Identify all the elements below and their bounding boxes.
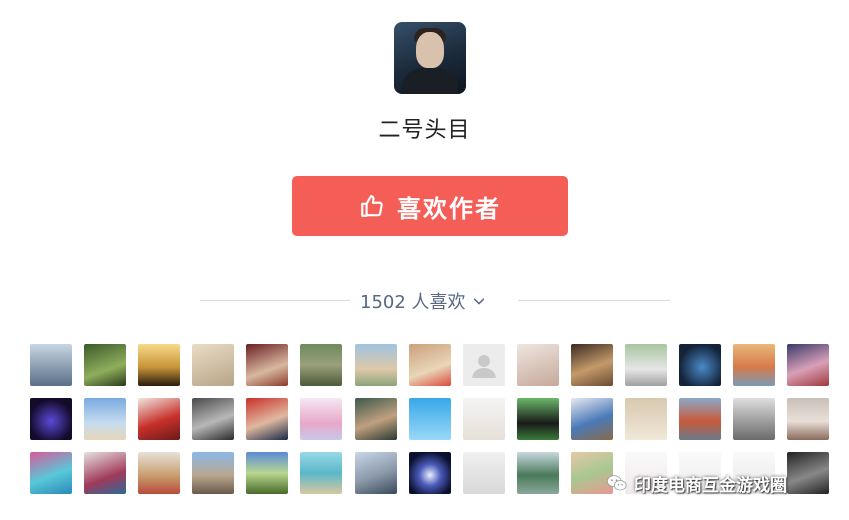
liker-avatar[interactable] [570,344,613,386]
liker-avatar[interactable] [30,398,72,440]
liker-avatar[interactable] [300,398,343,440]
liker-avatar[interactable] [354,398,397,440]
liker-avatar[interactable] [84,398,127,440]
divider-line-left [200,300,350,301]
chevron-down-icon [473,298,484,305]
liker-avatar[interactable] [84,344,127,386]
liker-avatar[interactable] [192,398,235,440]
liker-avatar[interactable] [408,452,451,494]
liker-avatar[interactable] [354,344,397,386]
liker-avatar[interactable] [787,344,830,386]
liker-avatar[interactable] [138,452,181,494]
watermark-text: 印度电商互金游戏圈 [634,475,787,496]
liker-avatar[interactable] [787,398,830,440]
liker-avatar[interactable] [679,398,722,440]
liker-avatar[interactable] [246,452,289,494]
default-avatar-icon [471,355,496,378]
liker-avatar[interactable] [516,452,559,494]
liker-avatar[interactable] [192,452,235,494]
liker-avatar[interactable] [408,398,451,440]
liker-avatar[interactable] [138,344,181,386]
likers-divider: 1502 人喜欢 [0,290,849,320]
like-author-label: 喜欢作者 [397,194,501,223]
avatar-face-shape [416,32,444,68]
liker-avatar[interactable] [516,344,559,386]
like-author-button[interactable]: 喜欢作者 [292,176,568,236]
wechat-icon [607,475,627,491]
thumbs-up-icon [361,195,383,217]
liker-avatar[interactable] [30,344,72,386]
watermark: 印度电商互金游戏圈 [600,466,832,500]
author-avatar[interactable] [394,22,466,94]
liker-avatar[interactable] [516,398,559,440]
liker-avatar[interactable] [246,398,289,440]
liker-avatar[interactable] [462,398,505,440]
liker-avatar[interactable] [300,452,343,494]
liker-avatar[interactable] [138,398,181,440]
liker-avatar[interactable] [679,344,722,386]
liker-avatar[interactable] [570,398,613,440]
liker-avatar[interactable] [192,344,235,386]
divider-line-right [518,300,670,301]
liker-avatar[interactable] [84,452,127,494]
likers-count-text: 1502 人喜欢 [360,292,466,313]
liker-avatar[interactable] [733,344,776,386]
liker-avatar[interactable] [733,398,776,440]
liker-avatar[interactable] [300,344,343,386]
liker-avatar[interactable] [625,344,668,386]
liker-avatar[interactable] [408,344,451,386]
liker-avatar[interactable] [354,452,397,494]
liker-avatar[interactable] [30,452,72,494]
liker-avatar[interactable] [462,452,505,494]
liker-avatar[interactable] [462,344,505,386]
likers-count-toggle[interactable]: 1502 人喜欢 [360,290,486,313]
author-name[interactable]: 二号头目 [0,112,849,144]
liker-avatar[interactable] [625,398,668,440]
liker-avatar[interactable] [246,344,289,386]
avatar-body-shape [402,68,458,94]
